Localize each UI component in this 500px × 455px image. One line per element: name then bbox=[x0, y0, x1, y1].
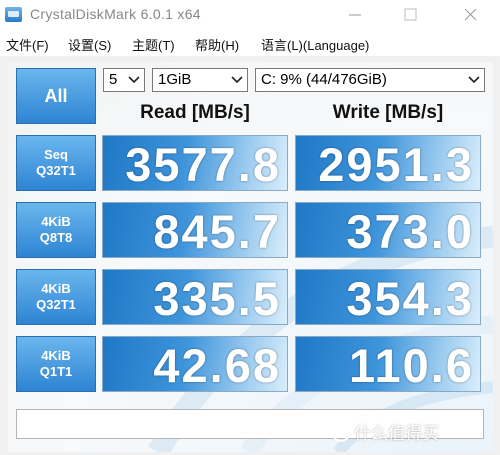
menu-language[interactable]: 语言(L)(Language) bbox=[261, 35, 369, 54]
test-label-line2: Q1T1 bbox=[39, 364, 73, 379]
menu-theme[interactable]: 主题(T) bbox=[132, 35, 175, 54]
maximize-button[interactable] bbox=[390, 2, 430, 26]
menu-settings[interactable]: 设置(S) bbox=[68, 35, 111, 54]
test-button-4kib-q1t1[interactable]: 4KiB Q1T1 bbox=[16, 336, 96, 392]
write-value: 354.3 bbox=[346, 272, 474, 325]
write-result-seq-q32t1: 2951.3 bbox=[295, 135, 481, 191]
test-label-line1: 4KiB bbox=[41, 214, 71, 229]
menu-help[interactable]: 帮助(H) bbox=[195, 35, 239, 54]
test-label-line1: 4KiB bbox=[41, 281, 71, 296]
write-result-4kib-q32t1: 354.3 bbox=[295, 269, 481, 325]
write-result-4kib-q8t8: 373.0 bbox=[295, 202, 481, 258]
minimize-icon bbox=[349, 14, 361, 16]
read-value: 845.7 bbox=[153, 205, 281, 258]
count-value: 5 bbox=[109, 71, 118, 88]
menu-file[interactable]: 文件(F) bbox=[6, 35, 49, 54]
app-icon bbox=[5, 7, 22, 22]
read-result-4kib-q1t1: 42.68 bbox=[102, 336, 288, 392]
close-icon bbox=[464, 8, 477, 21]
size-value: 1GiB bbox=[158, 71, 192, 88]
drive-value: C: 9% (44/476GiB) bbox=[261, 71, 387, 88]
read-header: Read [MB/s] bbox=[140, 102, 250, 123]
drive-select[interactable]: C: 9% (44/476GiB) bbox=[255, 68, 485, 92]
read-value: 335.5 bbox=[153, 272, 281, 325]
size-select[interactable]: 1GiB bbox=[152, 68, 248, 92]
write-header: Write [MB/s] bbox=[332, 102, 444, 123]
test-button-seq-q32t1[interactable]: Seq Q32T1 bbox=[16, 135, 96, 191]
chevron-down-icon bbox=[231, 76, 243, 84]
count-select[interactable]: 5 bbox=[103, 68, 145, 92]
write-result-4kib-q1t1: 110.6 bbox=[295, 336, 481, 392]
title-bar: CrystalDiskMark 6.0.1 x64 bbox=[0, 0, 500, 30]
write-value: 2951.3 bbox=[318, 138, 474, 191]
read-result-4kib-q8t8: 845.7 bbox=[102, 202, 288, 258]
read-value: 3577.8 bbox=[125, 138, 281, 191]
read-result-4kib-q32t1: 335.5 bbox=[102, 269, 288, 325]
test-label-line2: Q32T1 bbox=[36, 297, 76, 312]
watermark: 什么值得买 bbox=[332, 419, 439, 444]
test-button-4kib-q32t1[interactable]: 4KiB Q32T1 bbox=[16, 269, 96, 325]
minimize-button[interactable] bbox=[335, 2, 375, 26]
window-title: CrystalDiskMark 6.0.1 x64 bbox=[30, 6, 201, 22]
watermark-logo-icon bbox=[332, 424, 350, 442]
read-value: 42.68 bbox=[153, 339, 281, 392]
chevron-down-icon bbox=[468, 76, 480, 84]
read-result-seq-q32t1: 3577.8 bbox=[102, 135, 288, 191]
test-label-line2: Q32T1 bbox=[36, 163, 76, 178]
chevron-down-icon bbox=[128, 76, 140, 84]
menu-bar: 文件(F) 设置(S) 主题(T) 帮助(H) 语言(L)(Language) bbox=[0, 30, 500, 56]
watermark-text: 什么值得买 bbox=[354, 424, 439, 443]
maximize-icon bbox=[404, 8, 417, 21]
all-button[interactable]: All bbox=[16, 68, 96, 124]
test-button-4kib-q8t8[interactable]: 4KiB Q8T8 bbox=[16, 202, 96, 258]
write-value: 373.0 bbox=[346, 205, 474, 258]
test-label-line1: Seq bbox=[44, 147, 68, 162]
write-value: 110.6 bbox=[348, 339, 474, 392]
close-button[interactable] bbox=[450, 2, 490, 26]
test-label-line2: Q8T8 bbox=[39, 230, 73, 245]
test-label-line1: 4KiB bbox=[41, 348, 71, 363]
